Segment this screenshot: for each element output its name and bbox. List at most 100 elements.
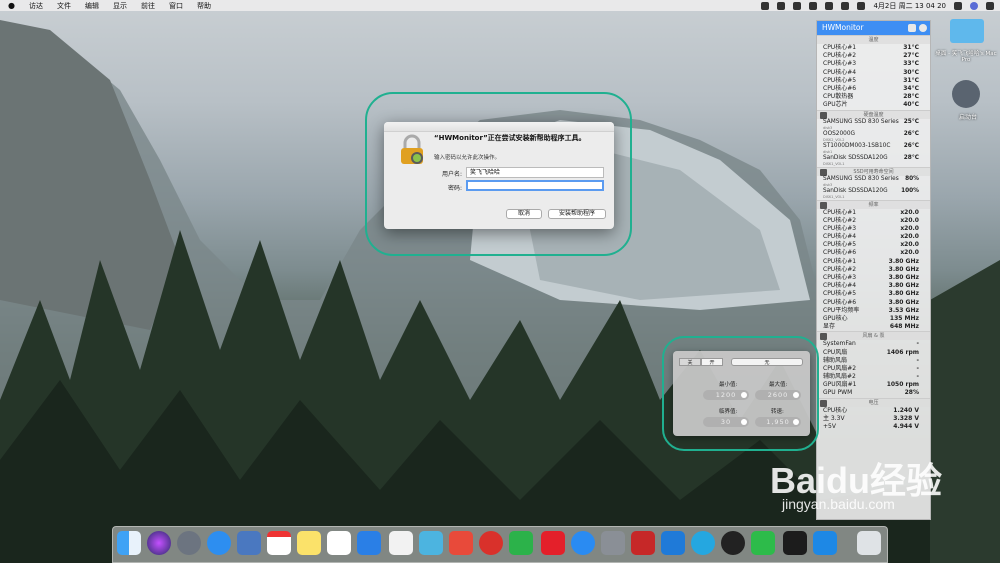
desktop-folder-label: 桌面 - 笑飞飞哈哈's Mac Pro [935,51,997,63]
system-preferences-icon[interactable] [601,531,625,555]
photo-icon[interactable] [237,531,261,555]
multiplier-row: CPU核心#3 x20.0 [823,224,919,232]
disk-row: SanDisk SDSSDA120G DISK1_VOL1 28°C [823,154,919,166]
notification-center-icon[interactable] [986,1,994,10]
app-blue-icon[interactable] [419,531,443,555]
menubar-clock[interactable]: 4月2日 周二 13 04 20 [873,1,946,11]
apple-menu-icon[interactable]: ● [8,1,15,10]
finder-icon[interactable] [117,531,141,555]
baidu-netdisk-icon[interactable] [357,531,381,555]
voltage-row: CPU核心 1.240 V [823,406,919,414]
menu-view[interactable]: 显示 [113,1,127,11]
fan-row: GPU风扇#1 1050 rpm [823,381,919,389]
reminders-icon[interactable] [327,531,351,555]
chip-icon [820,201,827,209]
launchpad-desktop-label: 启动台 [958,114,977,121]
app-green-icon[interactable] [509,531,533,555]
frequency-row: CPU核心#5 3.80 GHz [823,290,919,298]
siri-icon[interactable] [970,1,978,10]
frequency-row: 显存 648 MHz [823,323,919,331]
gear-icon[interactable] [919,24,927,32]
status-bluetooth-icon[interactable] [777,1,786,10]
multiplier-row: CPU核心#6 x20.0 [823,249,919,257]
watermark-url: jingyan.baidu.com [782,496,895,512]
desktop-folder-icon[interactable] [950,19,984,43]
textedit-icon[interactable] [389,531,413,555]
status-hwmonitor-icon[interactable] [793,1,802,10]
fan-row: SystemFan - [823,340,919,348]
status-input-icon[interactable] [841,1,850,10]
notes-icon[interactable] [297,531,321,555]
fan-highlight-frame [662,336,819,451]
spotlight-icon[interactable] [954,1,962,10]
fan-row: 辅助风扇 - [823,356,919,364]
dock [112,526,888,563]
ssd-row: SAMSUNG SSD 830 Series disk3 80% [823,175,919,187]
status-flag-icon[interactable] [857,1,866,10]
temp-row: CPU核心#1 31°C [823,44,919,51]
app-s-icon[interactable] [813,531,837,555]
app-store-icon[interactable] [571,531,595,555]
launchpad-desktop-icon[interactable] [952,80,980,108]
frequency-row: CPU核心#2 3.80 GHz [823,265,919,273]
ssd-icon [820,168,827,176]
trash-icon[interactable] [857,531,881,555]
hwmonitor-dock-icon[interactable] [631,531,655,555]
app-red-icon[interactable] [449,531,473,555]
section-temperature: 温度 [817,35,930,44]
frequency-row: CPU核心#1 3.80 GHz [823,257,919,265]
youdao-icon[interactable] [541,531,565,555]
frequency-row: GPU核心 135 MHz [823,314,919,322]
netease-music-icon[interactable] [479,531,503,555]
menu-bar: ● 访达 文件 编辑 显示 前往 窗口 帮助 4月2日 周二 13 04 20 [0,0,1000,11]
chat-icon[interactable] [691,531,715,555]
menu-go[interactable]: 前往 [141,1,155,11]
voltage-row: +5V 4.944 V [823,423,919,430]
fan-row: CPU风扇 1406 rpm [823,348,919,356]
frequency-row: CPU核心#6 3.80 GHz [823,298,919,306]
ssd-row: SanDisk SDSSDA120G DISK1_VOL1 100% [823,187,919,199]
menu-help[interactable]: 帮助 [197,1,211,11]
safari-icon[interactable] [207,531,231,555]
disk-row: OOS2000G DISK2_VOL2 26°C [823,130,919,142]
menu-finder[interactable]: 访达 [29,1,43,11]
hwmonitor-title: HWMonitor [822,23,864,32]
frequency-row: CPU核心#3 3.80 GHz [823,274,919,281]
dialog-highlight-frame [365,92,632,256]
section-disk-temp: 硬盘温度 [817,109,930,119]
status-s-icon[interactable] [761,1,770,10]
frequency-row: CPU平均频率 3.53 GHz [823,306,919,314]
disk-row: SAMSUNG SSD 830 Series disk3 25°C [823,118,919,130]
multiplier-row: CPU核心#1 x20.0 [823,208,919,216]
calendar-icon[interactable] [267,531,291,555]
temp-row: CPU核心#3 33°C [823,60,919,68]
section-voltage: 电压 [817,397,930,407]
checkbox-icon[interactable] [908,24,916,32]
hwmonitor-panel: HWMonitor 温度 CPU核心#1 31°C CPU核心#2 27°C CPU… [816,20,931,520]
terminal-icon[interactable] [783,531,807,555]
screen-icon[interactable] [661,531,685,555]
section-ssd-life: SSD可用寿命空间 [817,166,930,176]
fan-icon [820,333,827,341]
status-volume-icon[interactable] [825,1,834,10]
temp-row: GPU芯片 40°C [823,101,919,109]
lightning-icon [820,399,827,407]
voltage-row: 主 3.3V 3.328 V [823,414,919,422]
temp-row: CPU核心#4 30°C [823,68,919,76]
wechat-icon[interactable] [751,531,775,555]
section-frequency: 频率 [817,199,930,209]
temp-row: CPU核心#5 31°C [823,76,919,84]
menu-file[interactable]: 文件 [57,1,71,11]
section-fans: 风扇 & 泵 [817,331,930,341]
temp-row: CPU核心#6 34°C [823,84,919,92]
launchpad-icon[interactable] [177,531,201,555]
fan-row: CPU风扇#2- [823,364,919,372]
baidu-watermark: Baidu经验 jingyan.baidu.com [770,452,970,516]
menu-edit[interactable]: 编辑 [85,1,99,11]
disk-icon [820,111,827,119]
status-wifi-icon[interactable] [809,1,818,10]
menu-window[interactable]: 窗口 [169,1,183,11]
siri-icon[interactable] [147,531,171,555]
disk-row: ST1000DM003-1SB10C disk1 26°C [823,142,919,154]
qq-icon[interactable] [721,531,745,555]
